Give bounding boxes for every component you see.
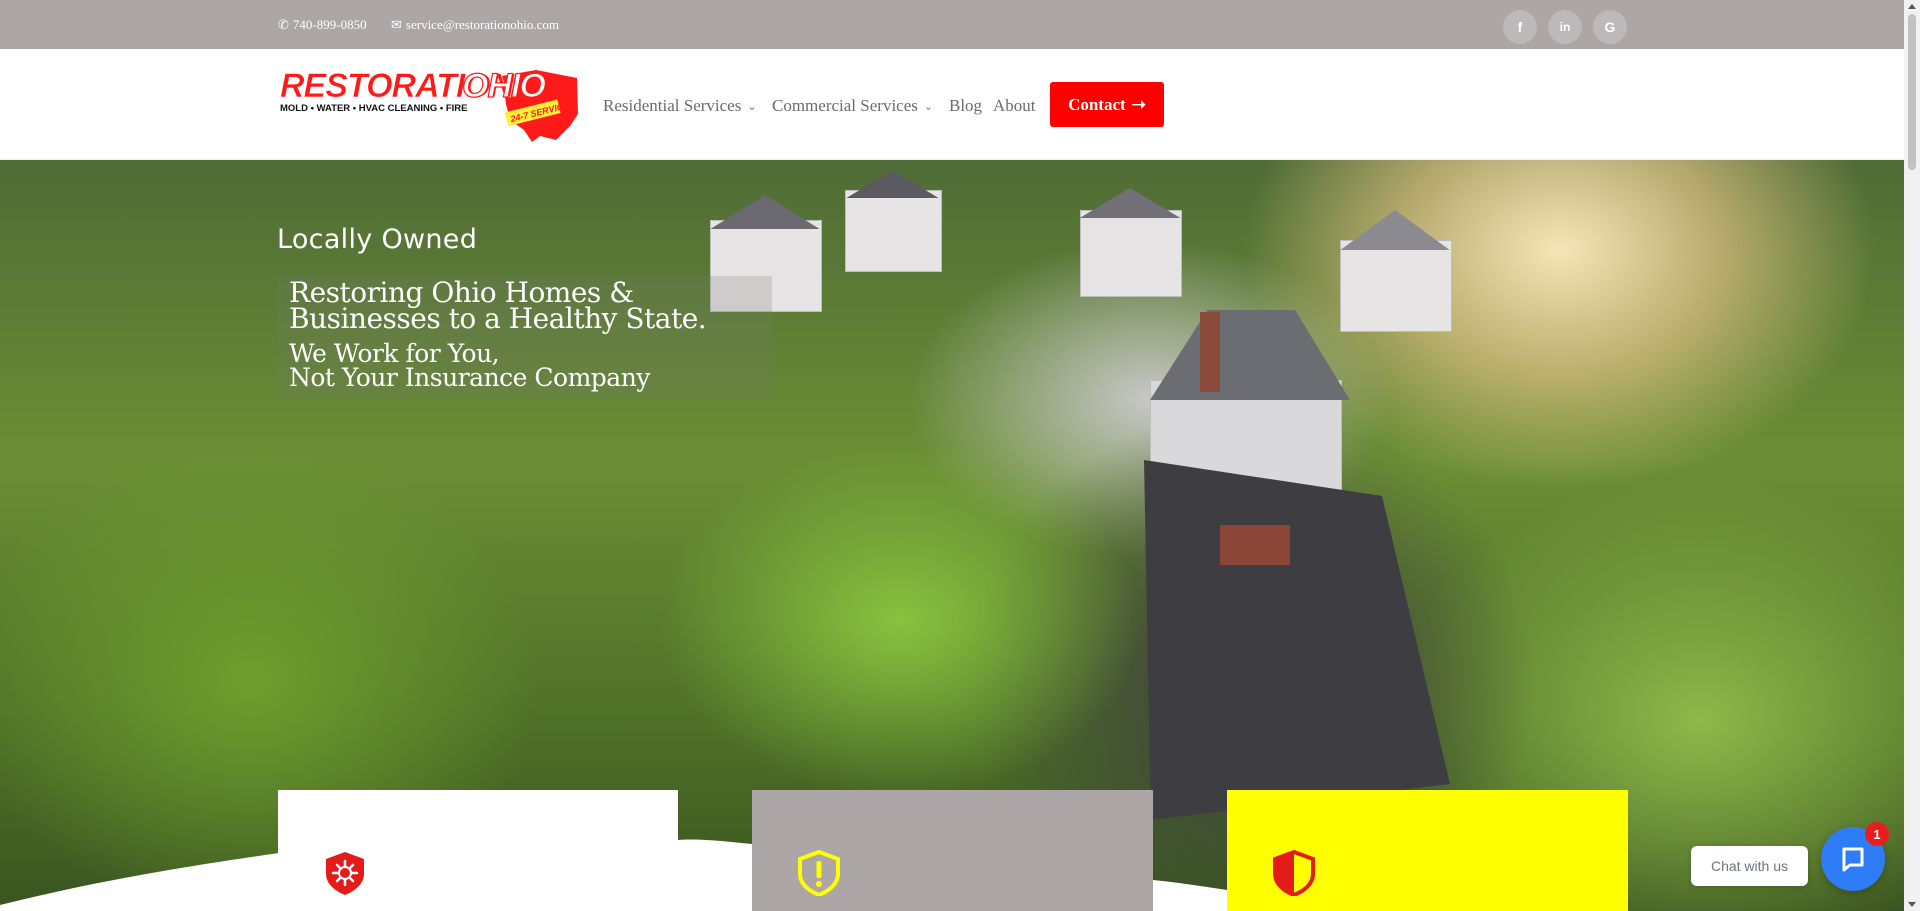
google-icon[interactable]: G <box>1593 10 1627 44</box>
hero-eyebrow: Locally Owned <box>277 224 478 255</box>
chevron-down-icon: ⌄ <box>747 100 757 113</box>
phone-icon: ✆ <box>278 17 289 32</box>
email-address: service@restorationohio.com <box>405 17 560 32</box>
contact-button[interactable]: Contact ➝ <box>1050 82 1164 127</box>
scrollbar-thumb[interactable] <box>1908 14 1916 170</box>
nav-commercial-services[interactable]: Commercial Services ⌄ <box>772 96 933 116</box>
scroll-down-arrow-icon[interactable] <box>1908 902 1916 907</box>
linkedin-icon[interactable]: in <box>1548 10 1582 44</box>
hero-subtitle-line2: Not Your Insurance Company <box>289 363 650 392</box>
feature-card-3 <box>1227 790 1628 911</box>
phone-number: 740-899-0850 <box>292 17 367 32</box>
shield-badge-icon <box>326 852 364 895</box>
scroll-up-arrow-icon[interactable] <box>1908 4 1916 9</box>
svg-text:OHIO: OHIO <box>462 67 545 105</box>
feature-card-1 <box>278 790 678 911</box>
shield-alert-icon <box>798 850 840 896</box>
site-logo[interactable]: RESTORATION OHIO MOLD • WATER • HVAC CLE… <box>278 64 580 144</box>
svg-text:MOLD • WATER • HVAC CLEANING •: MOLD • WATER • HVAC CLEANING • FIRE <box>280 103 467 114</box>
nav-blog[interactable]: Blog <box>949 96 982 116</box>
nav-about[interactable]: About <box>993 96 1036 116</box>
arrow-right-icon: ➝ <box>1131 94 1146 114</box>
chat-label[interactable]: Chat with us <box>1691 846 1808 886</box>
nav-label: Commercial Services <box>772 96 918 115</box>
chat-unread-badge: 1 <box>1865 822 1889 846</box>
top-bar: ✆ 740-899-0850 ✉ service@restorationohio… <box>0 0 1904 49</box>
hero-subtitle: We Work for You, Not Your Insurance Comp… <box>289 341 769 392</box>
nav-label: Blog <box>949 96 983 115</box>
nav-residential-services[interactable]: Residential Services ⌄ <box>603 96 757 116</box>
phone-link[interactable]: ✆ 740-899-0850 <box>278 17 367 33</box>
email-icon: ✉ <box>391 17 402 32</box>
nav-label: About <box>993 96 1036 115</box>
facebook-icon[interactable]: f <box>1503 10 1537 44</box>
shield-half-icon <box>1273 850 1315 896</box>
hero-title: Restoring Ohio Homes & Businesses to a H… <box>289 276 707 335</box>
contact-label: Contact <box>1068 94 1126 114</box>
nav-label: Residential Services <box>603 96 742 115</box>
email-link[interactable]: ✉ service@restorationohio.com <box>391 17 559 33</box>
feature-card-2 <box>752 790 1153 911</box>
logo-graphic: RESTORATION OHIO MOLD • WATER • HVAC CLE… <box>280 66 578 142</box>
page-scrollbar[interactable] <box>1904 0 1920 911</box>
chevron-down-icon: ⌄ <box>923 100 934 113</box>
chat-icon <box>1842 847 1864 872</box>
